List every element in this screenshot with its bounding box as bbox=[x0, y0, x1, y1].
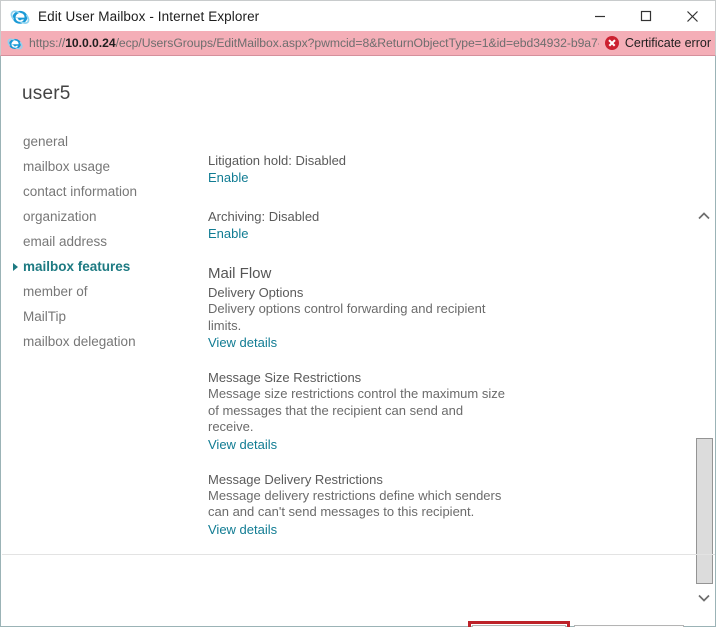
footer-actions: Save Cancel bbox=[1, 555, 715, 627]
message-size-restrictions-title: Message Size Restrictions bbox=[208, 370, 362, 385]
message-delivery-restrictions-description: Message delivery restrictions define whi… bbox=[208, 487, 502, 520]
internet-explorer-favicon-icon bbox=[7, 35, 23, 51]
page-content: user5 general mailbox usage contact info… bbox=[0, 56, 716, 627]
sidebar-item-label: member of bbox=[23, 284, 88, 299]
url-text[interactable]: https://10.0.0.24/ecp/UsersGroups/EditMa… bbox=[29, 36, 599, 50]
internet-explorer-icon bbox=[10, 6, 30, 26]
certificate-error-label: Certificate error bbox=[624, 36, 711, 50]
sidebar-item-label: contact information bbox=[23, 184, 138, 199]
delivery-options-block: Delivery Options Delivery options contro… bbox=[208, 285, 678, 352]
delivery-options-title: Delivery Options bbox=[208, 285, 304, 300]
litigation-hold-block: Litigation hold: Disabled Enable bbox=[208, 153, 678, 187]
mail-flow-heading: Mail Flow bbox=[208, 265, 272, 282]
window-title: Edit User Mailbox - Internet Explorer bbox=[38, 8, 260, 24]
sidebar-item-label: general bbox=[23, 134, 69, 149]
sidebar-item-mailbox-features[interactable]: mailbox features bbox=[1, 254, 201, 279]
sidebar-item-contact-information[interactable]: contact information bbox=[1, 179, 201, 204]
sidebar-item-label: mailbox usage bbox=[23, 159, 111, 174]
sidebar-item-mailtip[interactable]: MailTip bbox=[1, 304, 201, 329]
content-scrollbar[interactable] bbox=[692, 148, 714, 611]
message-delivery-restrictions-title: Message Delivery Restrictions bbox=[208, 471, 383, 487]
message-size-restrictions-view-details-link[interactable]: View details bbox=[208, 437, 277, 452]
address-bar[interactable]: https://10.0.0.24/ecp/UsersGroups/EditMa… bbox=[0, 31, 716, 56]
maximize-button[interactable] bbox=[623, 1, 669, 32]
url-host: 10.0.0.24 bbox=[65, 36, 116, 50]
sidebar-item-label: email address bbox=[23, 234, 108, 249]
error-circle-icon bbox=[604, 36, 619, 50]
sidebar-item-mailbox-usage[interactable]: mailbox usage bbox=[1, 154, 201, 179]
sidebar-item-label: organization bbox=[23, 209, 97, 224]
message-delivery-restrictions-view-details-link[interactable]: View details bbox=[208, 522, 277, 537]
close-button[interactable] bbox=[669, 1, 715, 32]
minimize-button[interactable] bbox=[577, 1, 623, 32]
sidebar-item-label: MailTip bbox=[23, 309, 67, 324]
litigation-hold-status: Litigation hold: Disabled bbox=[208, 153, 347, 168]
sidebar-item-email-address[interactable]: email address bbox=[1, 229, 201, 254]
certificate-error[interactable]: Certificate error bbox=[599, 36, 711, 50]
message-size-restrictions-block: Message Size Restrictions Message size r… bbox=[208, 370, 678, 454]
sidebar-item-mailbox-delegation[interactable]: mailbox delegation bbox=[1, 329, 201, 354]
message-delivery-restrictions-block: Message Delivery Restrictions Message de… bbox=[208, 472, 678, 539]
delivery-options-description: Delivery options control forwarding and … bbox=[208, 301, 486, 333]
archiving-block: Archiving: Disabled Enable bbox=[208, 209, 678, 243]
chevron-right-icon bbox=[13, 263, 18, 271]
sidebar-item-member-of[interactable]: member of bbox=[1, 279, 201, 304]
title-bar: Edit User Mailbox - Internet Explorer bbox=[0, 0, 716, 31]
sidebar-item-organization[interactable]: organization bbox=[1, 204, 201, 229]
mailbox-features-panel: Litigation hold: Disabled Enable Archivi… bbox=[208, 153, 678, 611]
archiving-enable-link[interactable]: Enable bbox=[208, 226, 248, 241]
url-scheme: https:// bbox=[29, 36, 66, 50]
chevron-up-icon bbox=[698, 212, 710, 220]
scroll-up-button[interactable] bbox=[693, 206, 715, 226]
page-title: user5 bbox=[22, 83, 71, 104]
url-path: /ecp/UsersGroups/EditMailbox.aspx?pwmcid… bbox=[115, 36, 599, 50]
browser-window: Edit User Mailbox - Internet Explorer ht… bbox=[0, 0, 716, 627]
message-size-restrictions-description: Message size restrictions control the ma… bbox=[208, 386, 505, 434]
sidebar-nav: general mailbox usage contact informatio… bbox=[1, 129, 201, 354]
sidebar-item-label: mailbox features bbox=[23, 259, 131, 274]
sidebar-item-label: mailbox delegation bbox=[23, 334, 136, 349]
window-controls bbox=[577, 1, 715, 32]
litigation-hold-enable-link[interactable]: Enable bbox=[208, 170, 248, 185]
sidebar-item-general[interactable]: general bbox=[1, 129, 201, 154]
archiving-status: Archiving: Disabled bbox=[208, 209, 320, 224]
delivery-options-view-details-link[interactable]: View details bbox=[208, 335, 277, 350]
